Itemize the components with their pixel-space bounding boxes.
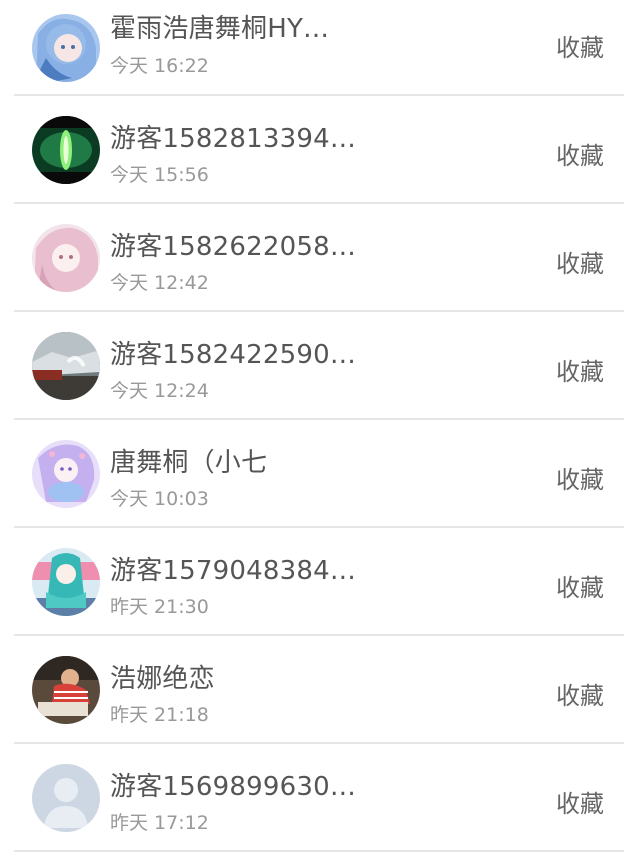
- user-name: 游客1582622058…: [110, 232, 357, 262]
- user-name: 游客1582813394…: [110, 124, 357, 154]
- timestamp: 今天 16:22: [110, 55, 209, 77]
- favorite-button[interactable]: 收藏: [556, 352, 604, 387]
- timestamp: 昨天 21:30: [110, 596, 209, 618]
- favorite-button[interactable]: 收藏: [556, 784, 604, 819]
- user-name: 唐舞桐（小七: [110, 448, 268, 478]
- photo-avatar-icon[interactable]: [32, 332, 100, 400]
- list-item[interactable]: 浩娜绝恋 昨天 21:18 收藏: [0, 636, 640, 744]
- timestamp: 昨天 21:18: [110, 704, 209, 726]
- favorite-button[interactable]: 收藏: [556, 136, 604, 171]
- favorite-button[interactable]: 收藏: [556, 28, 604, 63]
- pink-anime-avatar-icon[interactable]: [32, 224, 100, 292]
- purple-anime-avatar-icon[interactable]: [32, 440, 100, 508]
- timestamp: 今天 12:42: [110, 272, 209, 294]
- green-glow-avatar-icon[interactable]: [32, 116, 100, 184]
- list-item[interactable]: 游客1582813394… 今天 15:56 收藏: [0, 96, 640, 204]
- teal-anime-avatar-icon[interactable]: [32, 548, 100, 616]
- list-item[interactable]: 唐舞桐（小七 今天 10:03 收藏: [0, 420, 640, 528]
- list-item[interactable]: 游客1569899630… 昨天 17:12 收藏: [0, 744, 640, 852]
- child-photo-avatar-icon[interactable]: [32, 656, 100, 724]
- default-person-avatar-icon[interactable]: [32, 764, 100, 832]
- anime-avatar-icon[interactable]: [32, 14, 100, 82]
- list-item[interactable]: 游客1582422590… 今天 12:24 收藏: [0, 312, 640, 420]
- list-item[interactable]: 游客1582622058… 今天 12:42 收藏: [0, 204, 640, 312]
- user-name: 游客1579048384…: [110, 556, 357, 586]
- favorite-button[interactable]: 收藏: [556, 676, 604, 711]
- list-item[interactable]: 霍雨浩唐舞桐HY… 今天 16:22 收藏: [0, 0, 640, 96]
- user-name: 浩娜绝恋: [110, 664, 215, 694]
- user-name: 霍雨浩唐舞桐HY…: [110, 14, 330, 44]
- user-list: 霍雨浩唐舞桐HY… 今天 16:22 收藏 游客1582813394… 今天 1…: [0, 0, 640, 852]
- timestamp: 今天 15:56: [110, 164, 209, 186]
- favorite-button[interactable]: 收藏: [556, 568, 604, 603]
- user-name: 游客1582422590…: [110, 340, 357, 370]
- list-item[interactable]: 游客1579048384… 昨天 21:30 收藏: [0, 528, 640, 636]
- timestamp: 今天 12:24: [110, 380, 209, 402]
- timestamp: 今天 10:03: [110, 488, 209, 510]
- user-name: 游客1569899630…: [110, 772, 357, 802]
- timestamp: 昨天 17:12: [110, 812, 209, 834]
- favorite-button[interactable]: 收藏: [556, 244, 604, 279]
- favorite-button[interactable]: 收藏: [556, 460, 604, 495]
- divider: [14, 850, 624, 852]
